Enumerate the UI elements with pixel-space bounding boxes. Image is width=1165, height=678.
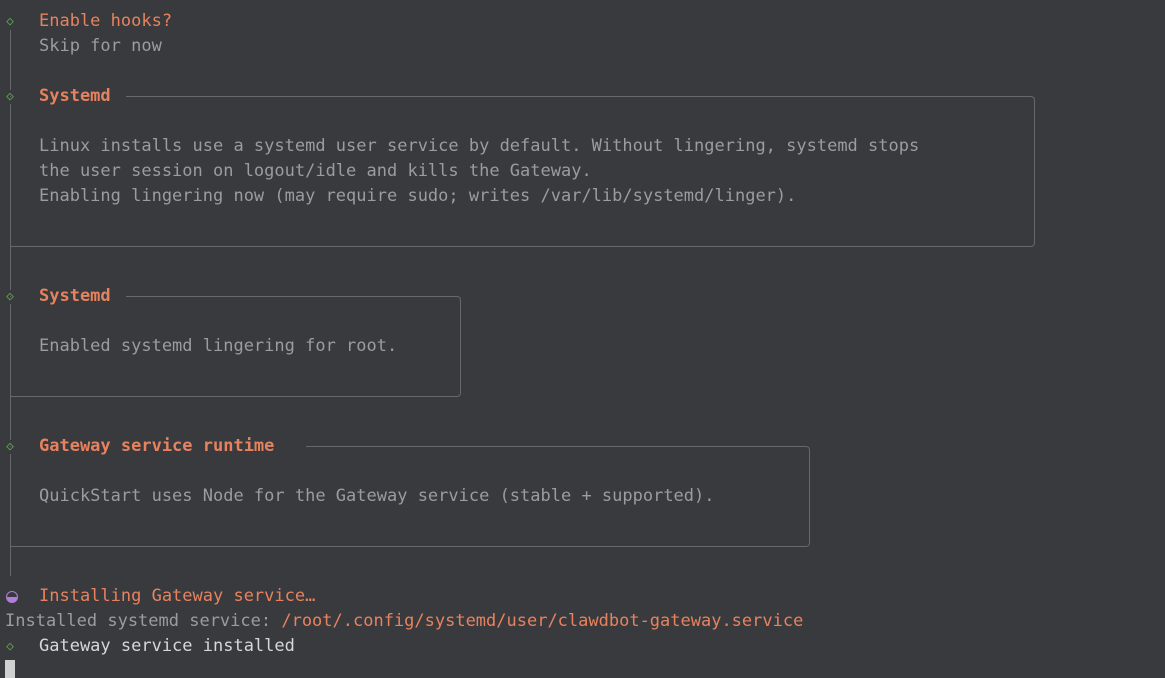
terminal-cursor[interactable] xyxy=(5,660,15,678)
hooks-prompt: Enable hooks? xyxy=(39,11,173,31)
installed-prefix: Installed systemd service: xyxy=(5,611,282,631)
tree-rail xyxy=(10,30,11,90)
systemd-line-3: Enabling lingering now (may require sudo… xyxy=(39,186,797,206)
diamond-icon: ◇ xyxy=(6,439,14,454)
diamond-icon: ◇ xyxy=(6,89,14,104)
systemd-title: Systemd xyxy=(39,86,111,106)
runtime-line: QuickStart uses Node for the Gateway ser… xyxy=(39,486,715,506)
installing-status: Installing Gateway service… xyxy=(39,586,316,606)
systemd-line-1: Linux installs use a systemd user servic… xyxy=(39,136,920,156)
hooks-answer: Skip for now xyxy=(39,36,162,56)
installed-path: /root/.config/systemd/user/clawdbot-gate… xyxy=(281,611,804,631)
installed-line: Installed systemd service: /root/.config… xyxy=(5,609,803,634)
diamond-icon: ◇ xyxy=(6,289,14,304)
systemd-title-2: Systemd xyxy=(39,286,111,306)
done-status: Gateway service installed xyxy=(39,636,295,656)
lingering-line: Enabled systemd lingering for root. xyxy=(39,336,398,356)
diamond-icon: ◇ xyxy=(6,639,14,654)
diamond-icon: ◇ xyxy=(6,14,14,29)
spinner-icon xyxy=(6,591,18,603)
systemd-line-2: the user session on logout/idle and kill… xyxy=(39,161,592,181)
runtime-title: Gateway service runtime xyxy=(39,436,275,456)
